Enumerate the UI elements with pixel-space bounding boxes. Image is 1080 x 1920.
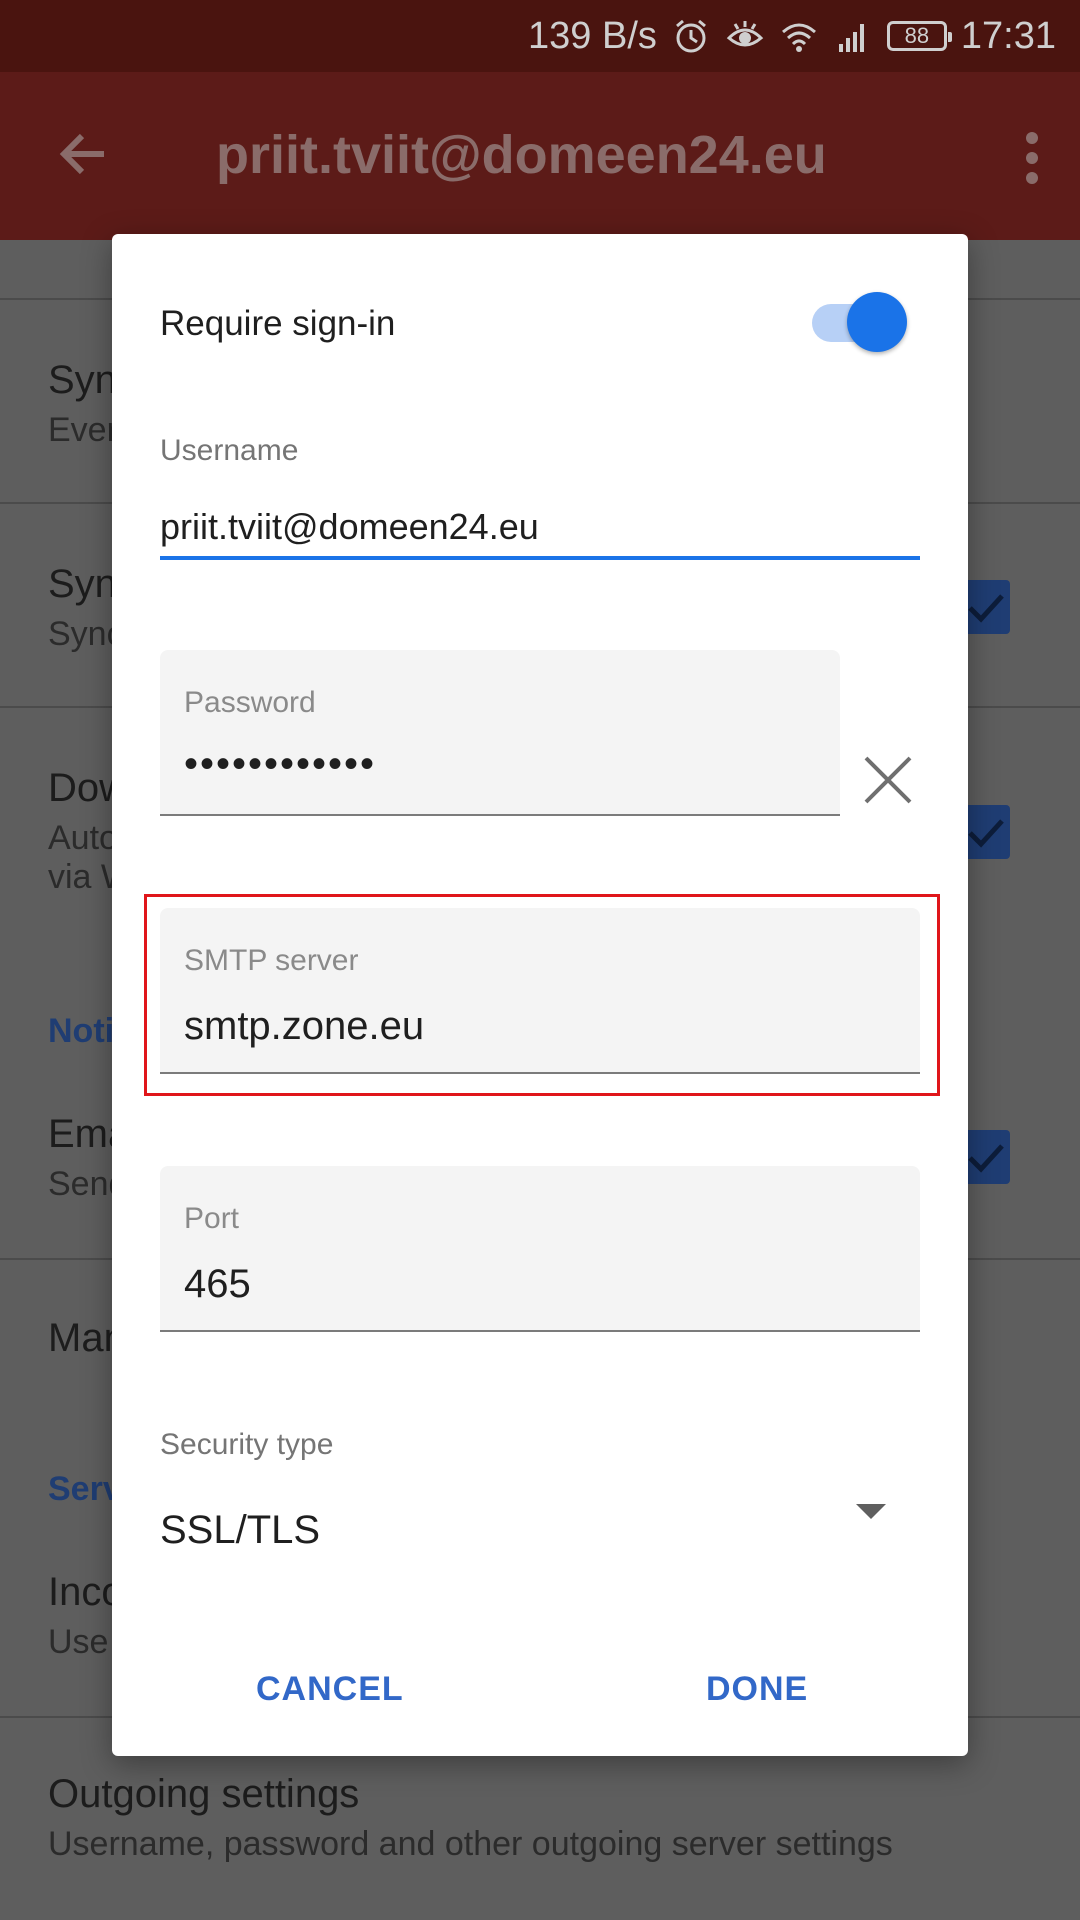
signal-icon bbox=[838, 24, 864, 52]
section-server: Serv bbox=[48, 1470, 122, 1508]
port-field[interactable]: Port 465 bbox=[160, 1166, 920, 1332]
setting-outgoing[interactable]: Outgoing settings Username, password and… bbox=[48, 1772, 893, 1864]
username-underline bbox=[160, 556, 920, 560]
port-label: Port bbox=[184, 1202, 240, 1235]
page-title: priit.tviit@domeen24.eu bbox=[216, 125, 827, 185]
password-field[interactable]: Password •••••••••••• bbox=[160, 650, 840, 816]
security-type-label: Security type bbox=[160, 1428, 334, 1461]
eye-comfort-icon bbox=[726, 21, 764, 47]
cancel-button[interactable]: CANCEL bbox=[256, 1670, 404, 1709]
outgoing-server-dialog: Require sign-in Username priit.tviit@dom… bbox=[112, 234, 968, 1756]
battery-icon: 88 bbox=[886, 21, 952, 51]
done-button[interactable]: DONE bbox=[706, 1670, 808, 1709]
username-label: Username bbox=[160, 434, 299, 467]
more-vert-icon[interactable] bbox=[1012, 128, 1052, 188]
security-type-select[interactable]: SSL/TLS bbox=[160, 1508, 320, 1553]
password-value[interactable]: •••••••••••• bbox=[184, 742, 376, 787]
network-speed: 139 B/s bbox=[528, 14, 657, 57]
clear-icon[interactable] bbox=[860, 752, 916, 808]
clock: 17:31 bbox=[960, 14, 1056, 57]
status-bar: 139 B/s 88 17:31 bbox=[0, 0, 1080, 72]
port-value[interactable]: 465 bbox=[184, 1262, 251, 1307]
section-notifications: Noti bbox=[48, 1012, 115, 1050]
highlight-box bbox=[144, 894, 940, 1096]
require-signin-toggle-thumb[interactable] bbox=[847, 292, 907, 352]
wifi-icon bbox=[781, 23, 816, 52]
back-arrow-icon[interactable] bbox=[52, 122, 116, 186]
password-label: Password bbox=[184, 686, 316, 719]
alarm-icon bbox=[675, 19, 706, 53]
dropdown-arrow-icon[interactable] bbox=[856, 1504, 886, 1519]
app-bar: priit.tviit@domeen24.eu bbox=[0, 72, 1080, 240]
setting-sync-frequency[interactable]: Syn Ever bbox=[48, 358, 118, 450]
require-signin-label: Require sign-in bbox=[160, 304, 396, 343]
username-field[interactable]: priit.tviit@domeen24.eu bbox=[160, 506, 539, 548]
